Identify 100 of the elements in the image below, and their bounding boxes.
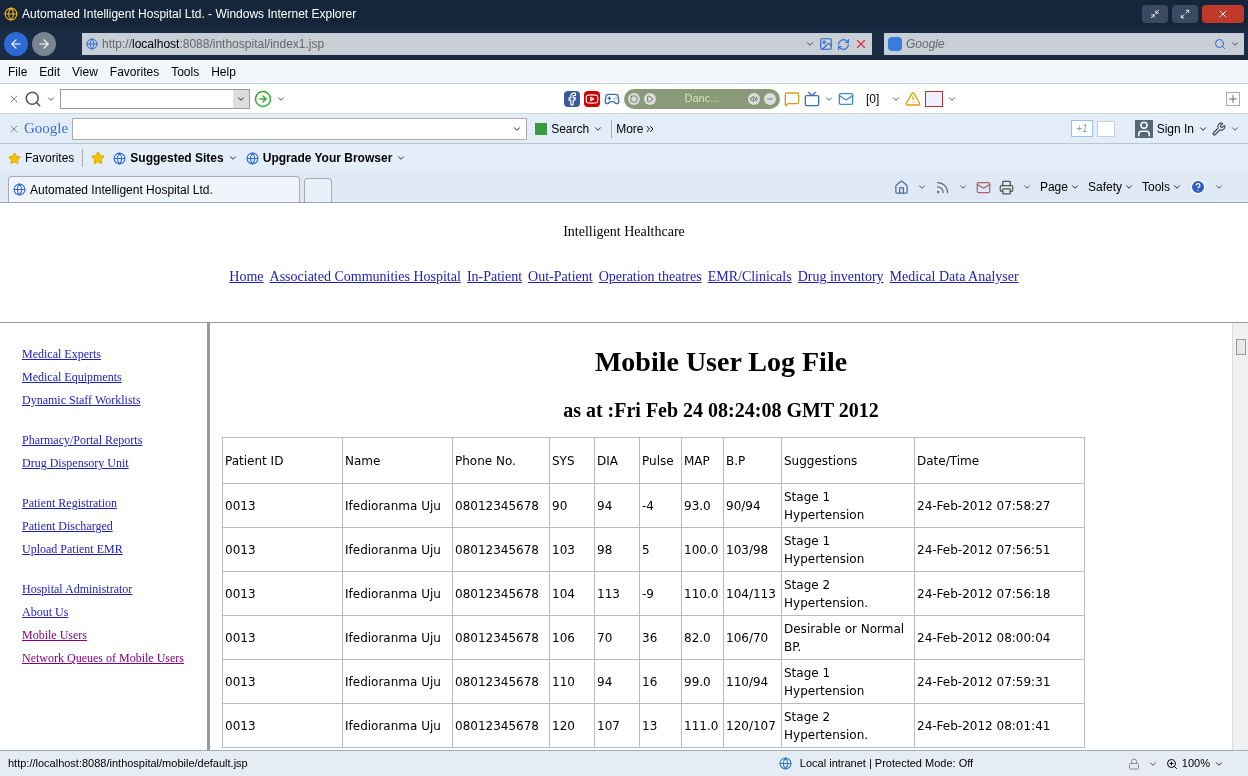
wrench-icon[interactable] <box>1212 121 1226 136</box>
print-icon[interactable] <box>998 179 1014 195</box>
nav-link[interactable]: EMR/Clinicals <box>707 266 792 287</box>
zoom-button[interactable]: 100% <box>1165 755 1224 772</box>
table-cell: 24-Feb-2012 07:59:31 <box>914 659 1085 704</box>
sidebar-link[interactable]: Medical Experts <box>22 345 207 363</box>
table-cell: -9 <box>639 571 682 616</box>
minus-icon[interactable] <box>764 92 776 105</box>
new-tab-button[interactable] <box>304 178 332 202</box>
counter-field <box>1096 120 1115 137</box>
table-cell: -4 <box>639 483 682 528</box>
menu-item[interactable]: Edit <box>39 62 61 81</box>
back-button[interactable] <box>4 32 28 56</box>
mail-icon[interactable] <box>838 90 854 107</box>
tab-title: Automated Intelligent Hospital Ltd. <box>30 181 213 199</box>
favorites-button[interactable]: Favorites <box>8 149 75 167</box>
widget-icon[interactable] <box>925 90 944 107</box>
table-cell: 90 <box>549 483 595 528</box>
menu-item[interactable]: Help <box>211 62 236 81</box>
more-button[interactable]: More <box>611 119 660 138</box>
menu-item[interactable]: View <box>72 62 98 81</box>
menu-item[interactable]: Favorites <box>109 62 160 81</box>
nav-link[interactable]: Associated Communities Hospital <box>269 266 461 287</box>
web-search-box[interactable]: Google <box>884 33 1244 55</box>
sidebar-link[interactable]: Drug Dispensory Unit <box>22 454 207 472</box>
table-cell: 107 <box>594 703 640 748</box>
sidebar-link[interactable]: Patient Registration <box>22 494 207 512</box>
nav-link[interactable]: In-Patient <box>466 266 523 287</box>
table-cell: 13 <box>639 703 682 748</box>
minimize-icon <box>1150 9 1160 19</box>
nav-link[interactable]: Home <box>229 266 264 287</box>
address-field[interactable]: http://localhost:8088/inthospital/index1.jsp <box>82 33 872 55</box>
sidebar-link[interactable]: Network Queues of Mobile Users <box>22 649 207 667</box>
table-cell: 08012345678 <box>452 527 550 572</box>
google-search-button[interactable]: Search <box>531 119 608 138</box>
page-subheading: as at :Fri Feb 24 08:24:08 GMT 2012 <box>563 398 879 423</box>
favorites-link[interactable]: Upgrade Your Browser <box>245 149 407 167</box>
play-icon[interactable] <box>644 92 656 105</box>
mail-icon[interactable] <box>975 179 991 195</box>
sidebar-link[interactable]: About Us <box>22 603 207 621</box>
youtube-icon[interactable] <box>584 90 600 107</box>
stop-icon[interactable] <box>854 37 868 51</box>
help-icon[interactable] <box>1190 179 1206 195</box>
volume-icon[interactable] <box>748 92 760 105</box>
table-cell: 08012345678 <box>452 703 550 748</box>
maximize-button[interactable] <box>1172 5 1198 23</box>
url-text: http://localhost:8088/inthospital/index1.jsp <box>102 36 326 53</box>
refresh-icon[interactable] <box>837 37 850 51</box>
forward-button[interactable] <box>32 32 56 56</box>
security-zone: Local intranet | Protected Mode: Off <box>799 756 975 772</box>
table-cell: 36 <box>639 615 682 660</box>
stop-icon[interactable] <box>628 92 640 105</box>
go-icon[interactable] <box>254 89 272 108</box>
nav-link[interactable]: Operation theatres <box>598 266 702 287</box>
nav-link[interactable]: Out-Patient <box>528 266 593 287</box>
command-menu[interactable]: Tools <box>1142 178 1182 196</box>
sidebar-link[interactable]: Patient Discharged <box>22 517 207 535</box>
nav-link[interactable]: Drug inventory <box>797 266 884 287</box>
sidebar-link[interactable]: Hospital Administrator <box>22 580 207 598</box>
toolbar-search-field[interactable] <box>60 88 250 109</box>
column-header: Date/Time <box>914 437 1085 484</box>
nav-link[interactable]: Medical Data Analyser <box>889 266 1019 287</box>
google-search-field[interactable] <box>72 117 528 140</box>
sidebar-link[interactable]: Mobile Users <box>22 626 207 644</box>
table-cell: Stage 1 Hypertension <box>781 483 915 528</box>
table-cell: 5 <box>639 527 682 572</box>
sidebar-link[interactable]: Dynamic Staff Worklists <box>22 391 207 409</box>
favorites-link[interactable]: Suggested Sites <box>113 149 238 167</box>
facebook-icon[interactable] <box>564 90 580 107</box>
table-cell: Ifedioranma Uju <box>342 571 453 616</box>
command-menu[interactable]: Page <box>1039 178 1080 196</box>
command-menu[interactable]: Safety <box>1087 178 1134 196</box>
sign-in-button[interactable]: Sign In <box>1156 119 1208 138</box>
add-icon[interactable] <box>1226 91 1240 106</box>
search-icon[interactable] <box>24 89 42 108</box>
sidebar-link[interactable]: Medical Equipments <box>22 368 207 386</box>
counter[interactable]: [0] <box>866 89 880 108</box>
tv-icon[interactable] <box>804 90 820 107</box>
sidebar-link[interactable]: Pharmacy/Portal Reports <box>22 431 207 449</box>
minimize-button[interactable] <box>1142 5 1168 23</box>
scrollbar[interactable] <box>1232 323 1248 750</box>
table-cell: 100.0 <box>681 527 724 572</box>
table-cell: 104 <box>549 571 595 616</box>
compatibility-icon[interactable] <box>819 37 833 51</box>
web-search-field[interactable]: Google <box>906 35 1210 53</box>
feed-icon[interactable] <box>934 179 950 195</box>
menu-item[interactable]: Tools <box>171 62 200 81</box>
table-cell: 24-Feb-2012 07:58:27 <box>914 483 1085 528</box>
sidebar-link[interactable]: Upload Patient EMR <box>22 540 207 558</box>
table-cell: Stage 1 Hypertension <box>781 659 915 704</box>
chat-icon[interactable] <box>784 90 800 107</box>
table-cell: 106/70 <box>723 615 782 660</box>
protected-mode-icon[interactable] <box>1127 757 1140 770</box>
close-icon <box>1217 8 1229 20</box>
table-cell: 110/94 <box>723 659 782 704</box>
column-header: DIA <box>594 437 640 484</box>
browser-tab[interactable]: Automated Intelligent Hospital Ltd. <box>8 176 300 202</box>
table-cell: Ifedioranma Uju <box>342 527 453 572</box>
menu-item[interactable]: File <box>8 62 28 81</box>
home-icon[interactable] <box>893 179 909 195</box>
